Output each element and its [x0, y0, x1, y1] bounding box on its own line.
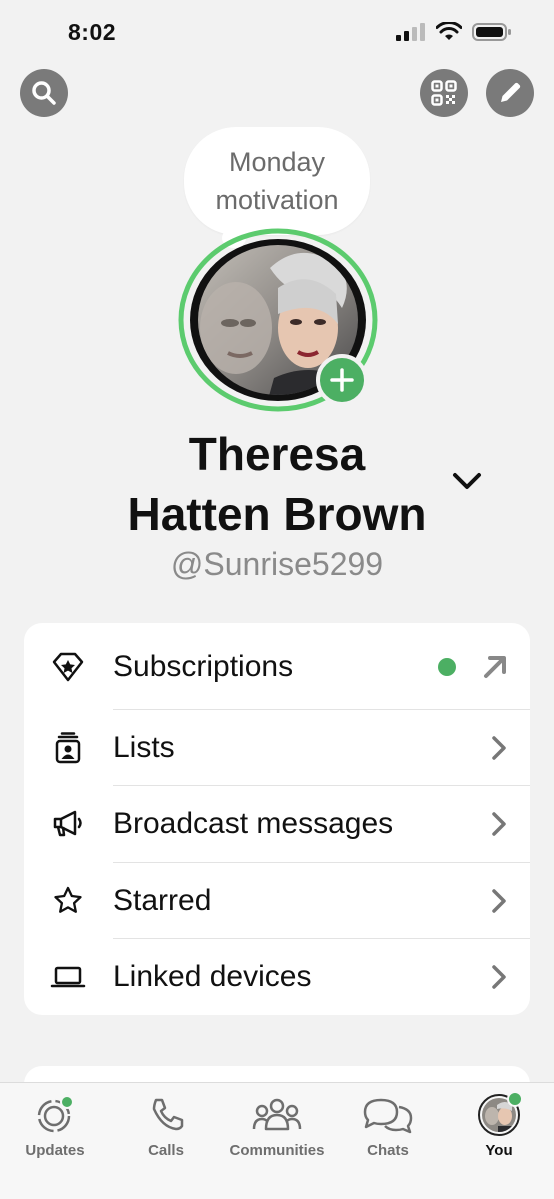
- status-icons: [396, 22, 512, 42]
- menu-item-lists[interactable]: Lists: [24, 710, 530, 786]
- contact-list-icon: [50, 730, 86, 766]
- tab-label: Communities: [229, 1142, 325, 1159]
- chevron-right-icon: [492, 812, 506, 836]
- avatar: [478, 1091, 523, 1136]
- tab-label: Chats: [367, 1142, 409, 1159]
- chevron-down-icon[interactable]: [452, 470, 482, 492]
- updates-icon: [37, 1095, 74, 1133]
- tab-updates[interactable]: Updates: [0, 1091, 110, 1159]
- plus-icon: [330, 368, 354, 392]
- wifi-icon: [436, 22, 462, 40]
- menu-item-starred[interactable]: Starred: [24, 863, 530, 939]
- status-note-line2: motivation: [215, 185, 339, 215]
- profile-name-line2: Hatten Brown: [127, 488, 427, 540]
- chevron-right-icon: [492, 889, 506, 913]
- status-time: 8:02: [68, 19, 117, 45]
- tab-label: Calls: [148, 1142, 184, 1159]
- menu-item-label: Broadcast messages: [113, 807, 394, 840]
- communities-icon: [252, 1098, 302, 1131]
- menu-item-subscriptions[interactable]: Subscriptions: [24, 629, 530, 705]
- laptop-icon: [50, 959, 86, 995]
- megaphone-icon: [50, 806, 86, 842]
- tab-you[interactable]: You: [444, 1091, 554, 1159]
- tab-bar: Updates Calls Communities Chats You: [0, 1082, 554, 1199]
- menu-item-label: Lists: [113, 731, 175, 764]
- tab-chats[interactable]: Chats: [333, 1091, 443, 1159]
- status-note-line1: Monday: [228, 147, 326, 177]
- chats-icon: [363, 1098, 413, 1134]
- status-note-bubble[interactable]: Monday motivation: [184, 127, 370, 235]
- menu-item-broadcast-messages[interactable]: Broadcast messages: [24, 786, 530, 862]
- external-arrow-icon: [484, 656, 506, 678]
- star-icon: [50, 883, 86, 919]
- menu-item-linked-devices[interactable]: Linked devices: [24, 939, 530, 1015]
- tab-label: You: [485, 1142, 513, 1159]
- profile-username: @Sunrise5299: [170, 546, 384, 582]
- menu-item-label: Subscriptions: [113, 650, 294, 683]
- phone-icon: [152, 1098, 184, 1131]
- battery-icon: [472, 23, 511, 41]
- tab-calls[interactable]: Calls: [111, 1091, 221, 1159]
- chevron-right-icon: [492, 965, 506, 989]
- tab-label: Updates: [25, 1142, 85, 1159]
- menu-item-label: Linked devices: [113, 960, 312, 993]
- profile-menu: Subscriptions Lists Broadcast messages S…: [24, 623, 530, 1015]
- add-status-button[interactable]: [316, 354, 368, 406]
- subscriptions-status-dot: [438, 658, 456, 676]
- menu-item-label: Starred: [113, 884, 212, 917]
- pencil-icon: [501, 82, 521, 102]
- search-button[interactable]: [20, 69, 68, 117]
- search-icon: [32, 81, 56, 105]
- profile-screen: 8:02 Monday motivation Theresa Hatten Br…: [0, 0, 554, 1199]
- cellular-signal-icon: [396, 23, 425, 41]
- tab-communities[interactable]: Communities: [222, 1091, 332, 1159]
- edit-profile-button[interactable]: [486, 69, 534, 117]
- chevron-right-icon: [492, 736, 506, 760]
- qr-code-icon: [431, 80, 457, 106]
- online-status-dot: [507, 1091, 523, 1107]
- qr-code-button[interactable]: [420, 69, 468, 117]
- badge-star-icon: [50, 649, 86, 685]
